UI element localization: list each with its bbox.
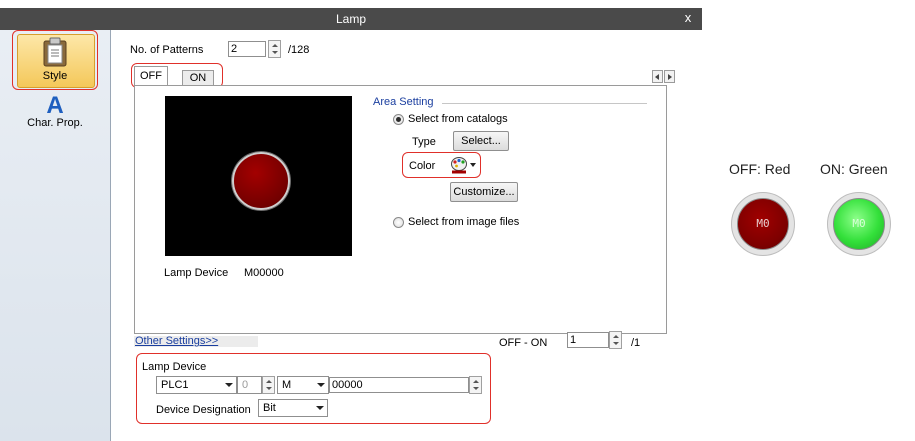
patterns-label: No. of Patterns (130, 44, 204, 56)
tab-panel: Lamp Device M00000 Area Setting Select f… (134, 85, 667, 334)
sidebar: Style A Char. Prop. (0, 30, 111, 441)
station-select: 0 (237, 376, 262, 394)
window-title: Lamp (335, 12, 367, 26)
svg-text:A: A (46, 92, 63, 116)
title-bar: Lamp x (0, 8, 702, 30)
on-lamp-sample: M0 (827, 192, 891, 256)
letter-a-icon: A (46, 92, 63, 116)
plc-select[interactable]: PLC1 (156, 376, 237, 394)
off-lamp-face: M0 (737, 198, 789, 250)
area-setting-rule (442, 103, 647, 104)
device-address-spinner[interactable] (469, 376, 482, 394)
device-designation-label: Device Designation (156, 404, 251, 416)
style-highlight (12, 30, 98, 90)
select-type-button[interactable]: Select... (453, 131, 509, 151)
other-settings-link[interactable]: Other Settings>> (135, 335, 218, 347)
device-address-input[interactable] (329, 377, 469, 393)
on-lamp-face: M0 (833, 198, 885, 250)
station-value: 0 (242, 379, 249, 391)
tab-scroll-left-icon[interactable] (652, 70, 663, 83)
lamp-device-heading: Lamp Device (142, 361, 207, 373)
off-legend-label: OFF: Red (729, 161, 791, 177)
device-designation-select[interactable]: Bit (258, 399, 328, 417)
image-files-radio[interactable] (393, 217, 404, 228)
device-type-value: M (282, 379, 292, 391)
offon-input[interactable] (567, 332, 609, 348)
lamp-preview (165, 96, 352, 256)
patterns-spinner[interactable] (268, 40, 281, 58)
station-spinner (262, 376, 275, 394)
device-designation-value: Bit (263, 402, 276, 414)
offon-spinner[interactable] (609, 331, 622, 349)
device-type-select[interactable]: M (277, 376, 329, 394)
preview-device-label: Lamp Device (164, 267, 229, 279)
catalog-radio[interactable] (393, 114, 404, 125)
on-lamp-text: M0 (852, 217, 866, 230)
offon-label: OFF - ON (499, 337, 548, 349)
patterns-max: /128 (288, 44, 310, 56)
area-setting-heading: Area Setting (373, 96, 434, 108)
close-icon[interactable]: x (681, 11, 695, 25)
sidebar-item-char-prop-label: Char. Prop. (27, 117, 83, 129)
color-highlight (402, 152, 481, 178)
on-legend-label: ON: Green (820, 161, 888, 177)
off-lamp-text: M0 (756, 217, 770, 230)
sidebar-item-char-prop[interactable]: A Char. Prop. (13, 92, 97, 134)
patterns-input[interactable] (228, 41, 266, 57)
content-panel: No. of Patterns /128 OFF ON Lamp Device … (111, 30, 702, 441)
image-files-radio-label: Select from image files (408, 216, 520, 228)
offon-max: /1 (631, 337, 641, 349)
catalog-radio-label: Select from catalogs (408, 113, 508, 125)
lamp-preview-off (232, 152, 290, 210)
tab-scroll-right-icon[interactable] (664, 70, 675, 83)
customize-button[interactable]: Customize... (450, 182, 518, 202)
preview-device-value: M00000 (244, 267, 284, 279)
off-lamp-sample: M0 (731, 192, 795, 256)
type-label: Type (412, 136, 436, 148)
plc-value: PLC1 (161, 379, 189, 391)
